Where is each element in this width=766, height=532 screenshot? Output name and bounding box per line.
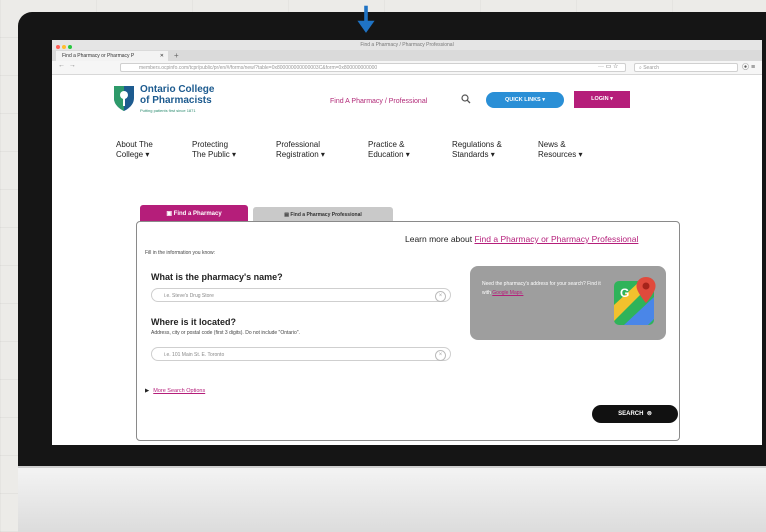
- nav-professional-registration[interactable]: Professional Registration ▾: [276, 140, 325, 160]
- pocket-icon[interactable]: ▭: [606, 64, 612, 70]
- nav-protecting-public[interactable]: Protecting The Public ▾: [192, 140, 236, 160]
- browser-search-box[interactable]: ⌕ Search: [634, 63, 738, 72]
- learn-more-prefix: Learn more about: [405, 234, 475, 244]
- login-button[interactable]: LOGIN ▾: [574, 91, 630, 108]
- location-question: Where is it located?: [151, 317, 237, 327]
- pharmacy-name-input[interactable]: i.e. Steve's Drug Store ×: [151, 288, 451, 302]
- quick-links-button[interactable]: QUICK LINKS ▾: [486, 92, 564, 108]
- site-logo[interactable]: Ontario College of Pharmacists Putting p…: [112, 84, 242, 120]
- nav-label-line1: Protecting: [192, 140, 229, 149]
- toolbar-menu: ⦿ ≡: [742, 62, 755, 72]
- site-search-icon[interactable]: [461, 94, 471, 104]
- minimize-window-button[interactable]: [62, 45, 66, 49]
- search-button[interactable]: SEARCH ⊜: [592, 405, 678, 423]
- nav-label-line2: College ▾: [116, 150, 150, 159]
- svg-text:G: G: [620, 286, 629, 300]
- maps-card-text: Need the pharmacy's address for your sea…: [482, 280, 602, 298]
- monitor-divider: [18, 466, 766, 468]
- pharmacy-name-question: What is the pharmacy's name?: [151, 272, 283, 282]
- location-hint: Address, city or postal code (first 3 di…: [151, 330, 300, 336]
- nav-label-line1: Practice &: [368, 140, 405, 149]
- location-placeholder: i.e. 101 Main St. E. Toronto: [164, 352, 225, 358]
- logo-tagline: Putting patients first since 1871: [140, 108, 196, 113]
- nav-news-resources[interactable]: News & Resources ▾: [538, 140, 582, 160]
- window-title: Find a Pharmacy / Pharmacy Professional: [360, 42, 454, 48]
- browser-tab[interactable]: Find a Pharmacy or Pharmacy P ✕: [56, 51, 168, 61]
- nav-regulations-standards[interactable]: Regulations & Standards ▾: [452, 140, 502, 160]
- page-action-icons: ··· ▭ ☆: [598, 63, 618, 70]
- url-text: members.ocpinfo.com/tcpr/public/pr/en/#/…: [139, 65, 378, 71]
- nav-label-line1: About The: [116, 140, 153, 149]
- clear-location-icon[interactable]: ×: [435, 350, 446, 361]
- downloads-icon[interactable]: ⦿: [742, 64, 749, 71]
- monitor-bezel: Find a Pharmacy / Pharmacy Professional …: [18, 12, 766, 467]
- search-magnifier-icon: ⊜: [645, 411, 652, 417]
- main-navigation: About The College ▾ Protecting The Publi…: [116, 140, 636, 168]
- search-button-label: SEARCH: [618, 411, 644, 417]
- nav-label-line1: News &: [538, 140, 566, 149]
- expand-triangle-icon: ▶: [145, 388, 150, 394]
- nav-label-line2: The Public ▾: [192, 150, 237, 159]
- monitor-chin: [18, 466, 766, 532]
- pharmacy-icon: ▣: [166, 211, 174, 217]
- learn-more-link[interactable]: Find a Pharmacy or Pharmacy Professional: [474, 234, 638, 244]
- search-panel: Learn more about Find a Pharmacy or Phar…: [136, 221, 680, 441]
- browser-screen: Find a Pharmacy / Pharmacy Professional …: [52, 40, 762, 445]
- clear-name-icon[interactable]: ×: [435, 291, 446, 302]
- more-options-link[interactable]: More Search Options: [153, 388, 205, 394]
- tab-find-professional-label: Find a Pharmacy Professional: [290, 212, 362, 218]
- close-tab-icon[interactable]: ✕: [160, 51, 164, 61]
- new-tab-button[interactable]: +: [174, 50, 179, 61]
- nav-label-line2: Standards ▾: [452, 150, 495, 159]
- nav-label-line2: Education ▾: [368, 150, 410, 159]
- search-icon: ⌕: [639, 65, 642, 71]
- nav-label-line2: Registration ▾: [276, 150, 325, 159]
- close-window-button[interactable]: [56, 45, 60, 49]
- shield-logo-icon: [114, 86, 134, 111]
- nav-label-line2: Resources ▾: [538, 150, 583, 159]
- location-input[interactable]: i.e. 101 Main St. E. Toronto ×: [151, 347, 451, 361]
- tab-title: Find a Pharmacy or Pharmacy P: [62, 53, 135, 59]
- find-pharmacy-link[interactable]: Find A Pharmacy / Professional: [330, 98, 427, 105]
- pharmacy-name-placeholder: i.e. Steve's Drug Store: [164, 293, 214, 299]
- logo-name-line1: Ontario College: [140, 84, 215, 95]
- window-titlebar: Find a Pharmacy / Pharmacy Professional: [52, 40, 762, 50]
- bookmark-star-icon[interactable]: ☆: [613, 64, 618, 70]
- fill-info-label: Fill in the information you know:: [145, 250, 216, 256]
- learn-more-text: Learn more about Find a Pharmacy or Phar…: [405, 234, 638, 244]
- logo-name-line2: of Pharmacists: [140, 95, 212, 106]
- more-search-options[interactable]: ▶ More Search Options: [145, 388, 205, 394]
- back-icon[interactable]: ←: [58, 62, 65, 69]
- nav-label-line1: Professional: [276, 140, 321, 149]
- maximize-window-button[interactable]: [68, 45, 72, 49]
- more-icon[interactable]: ···: [598, 64, 604, 70]
- google-maps-icon[interactable]: G: [612, 275, 658, 327]
- tab-find-pharmacy-label: Find a Pharmacy: [173, 211, 222, 217]
- tab-bar: Find a Pharmacy or Pharmacy P ✕ +: [52, 50, 762, 61]
- search-placeholder: Search: [643, 65, 660, 71]
- hamburger-menu-icon[interactable]: ≡: [751, 64, 755, 71]
- google-maps-link[interactable]: Google Maps.: [492, 290, 523, 296]
- nav-buttons: ← →: [58, 62, 76, 69]
- down-arrow-icon: [357, 5, 375, 33]
- google-maps-card: Need the pharmacy's address for your sea…: [470, 266, 666, 340]
- nav-practice-education[interactable]: Practice & Education ▾: [368, 140, 410, 160]
- forward-icon[interactable]: →: [69, 62, 76, 69]
- navigation-toolbar: ← → members.ocpinfo.com/tcpr/public/pr/e…: [52, 61, 762, 75]
- nav-label-line1: Regulations &: [452, 140, 502, 149]
- address-bar[interactable]: members.ocpinfo.com/tcpr/public/pr/en/#/…: [120, 63, 626, 72]
- nav-about-college[interactable]: About The College ▾: [116, 140, 153, 160]
